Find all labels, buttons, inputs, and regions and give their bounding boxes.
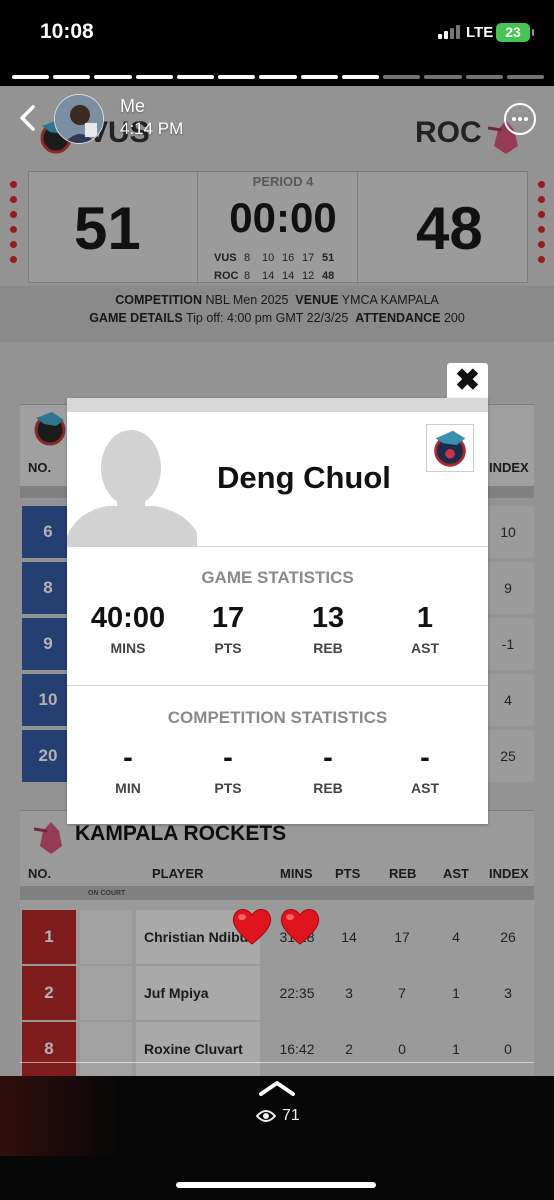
- stat-label: MINS: [110, 640, 146, 656]
- progress-segment: [218, 75, 256, 79]
- story-timestamp: 4:14 PM: [120, 119, 184, 138]
- avatar[interactable]: [54, 94, 104, 144]
- modal-top-strip: [67, 398, 488, 412]
- stat-label: AST: [411, 780, 439, 796]
- progress-segment: [465, 75, 503, 79]
- team-badge-icon: [426, 424, 474, 472]
- views-count: 71: [282, 1107, 300, 1124]
- stat-value: -: [123, 742, 133, 774]
- player-silhouette-icon: [67, 412, 197, 546]
- back-chevron-icon[interactable]: [16, 104, 40, 132]
- comp-stats-title: COMPETITION STATISTICS: [167, 708, 388, 727]
- heart-icon: [232, 909, 272, 945]
- stat-value: 1: [416, 602, 434, 634]
- progress-segment: [259, 75, 297, 79]
- stat-value: -: [420, 742, 430, 774]
- more-options-icon[interactable]: [504, 103, 536, 135]
- stat-value: -: [323, 742, 333, 774]
- game-stats-title: GAME STATISTICS: [201, 568, 354, 587]
- progress-segment: [94, 75, 132, 79]
- player-name: Deng Chuol: [217, 460, 391, 495]
- modal-divider: [67, 685, 488, 686]
- stat-value: 40:00: [90, 602, 166, 634]
- progress-segment: [424, 75, 462, 79]
- eye-icon: [256, 1110, 276, 1122]
- network-label: LTE: [466, 24, 494, 41]
- views-counter[interactable]: 71: [256, 1107, 300, 1125]
- progress-segment: [176, 75, 215, 79]
- progress-segment: [383, 75, 421, 79]
- chevron-up-icon[interactable]: [258, 1078, 296, 1098]
- stat-label: PTS: [214, 640, 242, 656]
- stat-value: -: [223, 742, 233, 774]
- story-content: VUS ROC 51 48 PERIOD 4 00:00 VUS 8 10 16…: [0, 86, 554, 1076]
- story-progress: [12, 75, 545, 79]
- close-button[interactable]: ✖: [447, 363, 488, 399]
- status-time: 10:08: [40, 20, 94, 43]
- status-bar: 10:08 LTE 23: [0, 0, 554, 62]
- stat-label: MIN: [115, 780, 141, 796]
- progress-segment: [135, 75, 173, 79]
- stat-label: AST: [411, 640, 439, 656]
- avatar-image: [55, 95, 103, 143]
- progress-segment: [341, 75, 380, 79]
- stat-label: REB: [313, 640, 343, 656]
- signal-icon: [438, 25, 460, 39]
- progress-segment: [53, 75, 91, 79]
- story-username[interactable]: Me: [120, 96, 145, 117]
- progress-segment: [506, 75, 545, 79]
- progress-segment: [300, 75, 338, 79]
- footer-glow: [0, 1076, 120, 1156]
- stat-value: 13: [311, 602, 345, 634]
- modal-divider: [67, 546, 488, 547]
- home-indicator[interactable]: [176, 1182, 376, 1188]
- progress-segment: [12, 75, 50, 79]
- heart-icon: [280, 909, 320, 945]
- player-modal: Deng Chuol GAME STATISTICS 40:00 MINS 17 PT…: [67, 398, 488, 824]
- story-reply-line: [20, 1062, 534, 1063]
- battery-icon: 23: [496, 23, 534, 42]
- battery-level: 23: [505, 24, 521, 40]
- close-icon[interactable]: ✖: [447, 363, 488, 399]
- stat-label: REB: [313, 780, 343, 796]
- stat-value: 17: [211, 602, 245, 634]
- stat-label: PTS: [214, 780, 242, 796]
